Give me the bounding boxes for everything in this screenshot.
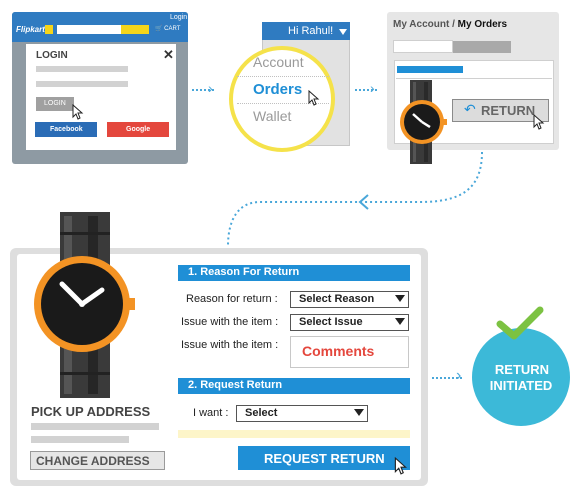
chevron-down-icon — [339, 29, 347, 35]
login-dialog-title: LOGIN — [36, 50, 68, 61]
breadcrumb-orders[interactable]: My Orders — [458, 19, 507, 30]
menu-divider — [237, 76, 329, 77]
address-line — [31, 436, 129, 443]
return-initiated-line1: RETURN — [494, 362, 550, 377]
breadcrumb-account[interactable]: My Account — [393, 19, 449, 30]
breadcrumb: My Account / My Orders — [393, 19, 507, 30]
comments-label: Issue with the item : — [181, 339, 279, 351]
notice-strip — [178, 430, 410, 438]
cursor-icon — [308, 89, 320, 111]
request-return-label: REQUEST RETURN — [264, 451, 385, 466]
header-cart[interactable]: 🛒 CART — [155, 25, 180, 32]
chevron-right-icon: › — [456, 367, 462, 384]
address-line — [31, 423, 159, 430]
issue-select-value: Select Issue — [299, 316, 363, 328]
issue-label: Issue with the item : — [181, 316, 279, 328]
want-label: I want : — [193, 407, 229, 419]
reason-select-value: Select Reason — [299, 293, 375, 305]
order-card-divider — [396, 78, 552, 79]
google-button-label: Google — [126, 126, 151, 133]
chevron-right-icon: › — [208, 80, 213, 96]
chevron-down-icon — [395, 318, 405, 325]
cursor-icon — [533, 113, 545, 135]
logo-bag-icon — [45, 25, 53, 34]
header-search-button[interactable] — [121, 25, 149, 34]
menu-item-orders[interactable]: Orders — [253, 81, 302, 98]
watch-image — [30, 212, 138, 403]
checkmark-icon — [496, 306, 544, 345]
chevron-right-icon: › — [370, 80, 375, 96]
header-login-link[interactable]: Login — [170, 14, 187, 21]
section-reason-header: 1. Reason For Return — [178, 265, 410, 281]
close-icon[interactable]: ✕ — [163, 47, 174, 63]
pickup-address-title: PICK UP ADDRESS — [31, 404, 151, 419]
breadcrumb-separator: / — [449, 19, 458, 30]
password-field[interactable] — [36, 81, 128, 87]
comments-placeholder: Comments — [302, 343, 375, 359]
return-initiated-line2: INITIATED — [489, 378, 553, 393]
order-progress-bar — [397, 66, 463, 73]
facebook-button-label: Facebook — [50, 126, 83, 133]
change-address-label: CHANGE ADDRESS — [36, 454, 150, 468]
cursor-icon — [394, 456, 408, 480]
undo-icon: ↶ — [464, 101, 476, 117]
username-field[interactable] — [36, 66, 128, 72]
want-select[interactable]: Select — [236, 405, 368, 422]
flipkart-logo[interactable]: Flipkart — [16, 25, 45, 34]
menu-item-wallet[interactable]: Wallet — [253, 108, 291, 124]
login-button-label: LOGIN — [44, 100, 66, 107]
tab-other[interactable] — [453, 41, 511, 53]
menu-item-account[interactable]: Account — [253, 54, 304, 70]
reason-select[interactable]: Select Reason — [290, 291, 409, 308]
return-button-label: RETURN — [481, 103, 536, 118]
section-request-header: 2. Request Return — [178, 378, 410, 394]
reason-label: Reason for return : — [186, 293, 278, 305]
chevron-down-icon — [354, 409, 364, 416]
header-search-input[interactable] — [57, 25, 121, 34]
flow-connector-curve — [220, 150, 490, 255]
tab-orders[interactable] — [393, 40, 453, 53]
want-select-value: Select — [245, 407, 278, 419]
chevron-down-icon — [395, 295, 405, 302]
greeting-label[interactable]: Hi Rahul! — [288, 25, 333, 37]
issue-select[interactable]: Select Issue — [290, 314, 409, 331]
